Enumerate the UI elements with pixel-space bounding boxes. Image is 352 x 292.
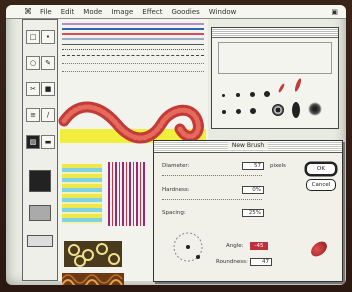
brush-swatch[interactable] (292, 102, 300, 118)
ok-button[interactable]: OK (306, 163, 336, 175)
spacing-field[interactable]: 25% (242, 209, 264, 217)
diameter-field[interactable]: 57 (242, 162, 264, 170)
wave-texture (61, 273, 124, 285)
brush-swatch[interactable] (250, 92, 255, 97)
apple-menu-icon[interactable]: ⌘ (24, 7, 32, 16)
toolbox: □ • ○ ✎ ✂ ■ ≡ ∕ ▨ ▬ (22, 19, 58, 281)
stroke-sample (62, 33, 204, 35)
gradient-tool-icon[interactable]: ∕ (41, 108, 55, 122)
horizontal-stripes-pattern (62, 164, 102, 224)
menu-bar: ⌘ File Edit Mode Image Effect Goodies Wi… (6, 5, 346, 19)
lasso-tool-icon[interactable]: • (41, 30, 55, 44)
line-tool-icon[interactable]: ≡ (26, 108, 40, 122)
angle-label: Angle: (226, 243, 244, 249)
stroke-sample (62, 38, 204, 40)
circle-mark (96, 243, 108, 255)
angle-field[interactable]: -45 (250, 242, 268, 250)
stroke-sample (62, 71, 204, 73)
brush-grid (218, 42, 332, 74)
hand-tool-icon[interactable]: ○ (26, 56, 40, 70)
brush-swatch[interactable] (222, 94, 225, 97)
brushes-palette (211, 27, 339, 129)
dialog-title: New Brush (227, 142, 269, 149)
units-label: pixels (270, 163, 286, 169)
stroke-sample (62, 55, 204, 57)
brush-swatch[interactable] (236, 109, 241, 114)
menu-mode[interactable]: Mode (83, 8, 102, 16)
hardness-slider[interactable] (162, 199, 262, 200)
background-color-icon[interactable]: ▬ (41, 135, 55, 149)
roundness-field[interactable]: 47 (250, 258, 272, 266)
stroke-sample (62, 63, 204, 65)
foreground-color-icon[interactable]: ▨ (26, 135, 40, 149)
vertical-stripes-pattern (108, 162, 146, 226)
stroke-sample (62, 28, 204, 30)
brush-preview-icon (308, 238, 330, 260)
menu-effect[interactable]: Effect (142, 8, 162, 16)
brush-swatch[interactable] (277, 82, 286, 94)
wave-texture-lines (61, 274, 123, 285)
hardness-label: Hardness: (162, 187, 190, 193)
brush-swatch[interactable] (272, 104, 284, 116)
hardness-field[interactable]: 0% (242, 186, 264, 194)
brush-swatch[interactable] (250, 108, 256, 114)
monitor-frame: ⌘ File Edit Mode Image Effect Goodies Wi… (0, 0, 352, 292)
circle-mark (74, 255, 86, 267)
brush-swatch[interactable] (264, 91, 270, 97)
circles-pattern (64, 241, 122, 267)
angle-preview[interactable] (168, 227, 208, 267)
menu-edit[interactable]: Edit (61, 8, 75, 16)
brushes-palette-titlebar[interactable] (212, 28, 338, 38)
menu-goodies[interactable]: Goodies (171, 8, 199, 16)
stroke-sample (62, 49, 204, 51)
diameter-label: Diameter: (162, 163, 190, 169)
marquee-tool-icon[interactable]: □ (26, 30, 40, 44)
mode-swatch[interactable] (29, 205, 51, 221)
stroke-sample (62, 44, 204, 45)
circle-mark (108, 253, 120, 265)
application-menu-icon[interactable]: ▣ (331, 8, 338, 16)
stroke-sample (62, 23, 204, 25)
brush-swatch[interactable] (308, 102, 322, 116)
color-swatch[interactable] (29, 170, 51, 192)
menu-window[interactable]: Window (209, 8, 237, 16)
diameter-slider[interactable] (162, 175, 262, 176)
menu-file[interactable]: File (40, 8, 52, 16)
roundness-label: Roundness: (216, 259, 248, 265)
dialog-titlebar: New Brush (154, 141, 342, 153)
cancel-button[interactable]: Cancel (306, 179, 336, 191)
eraser-tool-icon[interactable]: ✂ (26, 82, 40, 96)
screen-mode-icon[interactable] (27, 235, 53, 247)
brush-swatch[interactable] (236, 93, 240, 97)
pencil-tool-icon[interactable]: ✎ (41, 56, 55, 70)
screen: ⌘ File Edit Mode Image Effect Goodies Wi… (6, 5, 346, 285)
spacing-label: Spacing: (162, 210, 186, 216)
new-brush-dialog: New Brush Diameter: 57 pixels Hardness: … (153, 140, 343, 282)
brush-swatch[interactable] (222, 110, 226, 114)
brush-swatch[interactable] (293, 77, 303, 93)
menu-image[interactable]: Image (111, 8, 133, 16)
brush-tool-icon[interactable]: ■ (41, 82, 55, 96)
